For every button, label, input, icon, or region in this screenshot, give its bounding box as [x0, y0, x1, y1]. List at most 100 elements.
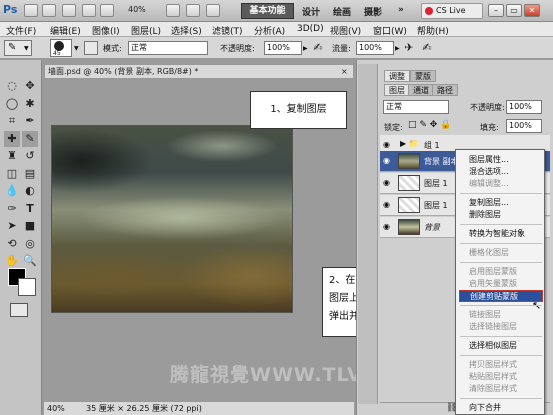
shape-tool-icon[interactable]: ■	[22, 218, 38, 234]
brush-panel-toggle-icon[interactable]	[84, 41, 98, 55]
tab-channels[interactable]: 通道	[408, 84, 434, 96]
document-canvas[interactable]	[52, 126, 292, 312]
minibridge-icon[interactable]	[42, 4, 56, 17]
menu-item-select-linked-layers: 选择链接图层	[469, 322, 517, 331]
background-color-swatch[interactable]	[18, 278, 36, 296]
bridge-icon[interactable]	[24, 4, 38, 17]
document-tab[interactable]: 墙面.psd @ 40% (背景 副本, RGB/8#) * ×	[44, 64, 354, 79]
menu-view[interactable]: 视图(V)	[330, 24, 361, 37]
brush-tool-icon[interactable]: ✎	[22, 131, 38, 147]
healing-brush-tool-icon[interactable]: ✚	[4, 131, 20, 147]
menu-3d[interactable]: 3D(D)	[297, 24, 324, 34]
brush-icon: ✎	[8, 42, 17, 53]
menu-window[interactable]: 窗口(W)	[373, 24, 407, 37]
menu-help[interactable]: 帮助(H)	[417, 24, 449, 37]
arrange-documents-icon[interactable]	[186, 4, 200, 17]
workspace-design[interactable]: 设计	[302, 5, 320, 18]
lasso-tool-icon[interactable]: ◯	[4, 96, 20, 112]
hand-tool-icon[interactable]: ✋	[4, 253, 20, 269]
menu-divider	[460, 355, 542, 356]
brush-size-picker[interactable]: 45	[50, 39, 72, 57]
path-selection-tool-icon[interactable]: ➤	[4, 218, 20, 234]
3d-orbit-tool-icon[interactable]: ◎	[22, 236, 38, 252]
workspace-painting[interactable]: 绘画	[333, 5, 351, 18]
workspace-essentials[interactable]: 基本功能	[241, 3, 294, 19]
chevron-down-icon[interactable]: ▶	[303, 45, 308, 52]
menu-layer[interactable]: 图层(L)	[131, 24, 161, 37]
rotate-view-icon[interactable]	[166, 4, 180, 17]
blur-tool-icon[interactable]: 💧	[4, 183, 20, 199]
gradient-tool-icon[interactable]: ▤	[22, 166, 38, 182]
eye-icon[interactable]: ◉	[383, 178, 393, 188]
marquee-tool-icon[interactable]: ◌	[4, 78, 20, 94]
menu-image[interactable]: 图像(I)	[92, 24, 120, 37]
menu-item-merge-down[interactable]: 向下合并	[459, 402, 543, 414]
menu-select[interactable]: 选择(S)	[171, 24, 202, 37]
workspace-more[interactable]: »	[398, 5, 404, 15]
menu-filter[interactable]: 滤镜(T)	[212, 24, 243, 37]
opacity-field[interactable]: 100%	[264, 41, 302, 55]
zoom-level[interactable]: 40%	[128, 5, 162, 17]
eye-icon[interactable]: ◉	[383, 156, 393, 166]
layer-thumbnail	[398, 219, 420, 235]
menu-item-layer-properties[interactable]: 图层属性...	[459, 154, 543, 166]
menu-item-convert-smart-object[interactable]: 转换为智能对象	[459, 228, 543, 240]
maximize-button[interactable]: ▭	[506, 4, 522, 17]
3d-rotate-tool-icon[interactable]: ⟲	[4, 236, 20, 252]
menu-item-select-similar-layers[interactable]: 选择相似图层	[459, 340, 543, 352]
pen-tool-icon[interactable]: ✑	[4, 201, 20, 217]
zoom-tool-icon[interactable]	[100, 4, 114, 17]
eye-icon[interactable]: ◉	[383, 140, 393, 150]
crop-tool-icon[interactable]: ⌗	[4, 113, 20, 129]
workspace-photography[interactable]: 摄影	[364, 5, 382, 18]
chevron-down-icon[interactable]: ▶	[395, 45, 400, 52]
mode-select[interactable]: 正常	[128, 41, 208, 55]
photoshop-logo: Ps	[3, 3, 18, 16]
menu-file[interactable]: 文件(F)	[6, 24, 36, 37]
layer-opacity-field[interactable]: 100%	[506, 100, 542, 114]
menu-analysis[interactable]: 分析(A)	[254, 24, 285, 37]
zoom-tool-icon[interactable]: 🔍	[22, 253, 38, 269]
eyedropper-tool-icon[interactable]: ✒	[22, 113, 38, 129]
menu-item-delete-layer[interactable]: 删除图层	[459, 209, 543, 221]
quick-mask-icon[interactable]	[10, 303, 28, 317]
tab-adjustments[interactable]: 调整	[384, 70, 410, 82]
menu-edit[interactable]: 编辑(E)	[50, 24, 81, 37]
pressure-size-icon[interactable]: ✍	[420, 41, 434, 55]
airbrush-icon[interactable]: ✈	[402, 41, 416, 55]
eye-icon[interactable]: ◉	[383, 200, 393, 210]
pressure-opacity-icon[interactable]: ✍	[311, 41, 325, 55]
hand-tool-icon[interactable]	[82, 4, 96, 17]
lock-icons[interactable]: □ ✎ ✥ 🔒	[408, 120, 451, 130]
menu-item-blending-options[interactable]: 混合选项...	[459, 166, 543, 178]
close-button[interactable]: ✕	[524, 4, 540, 17]
move-tool-icon[interactable]: ✥	[22, 78, 38, 94]
quick-selection-tool-icon[interactable]: ✱	[22, 96, 38, 112]
screen-mode-icon[interactable]	[206, 4, 220, 17]
cs-live-button[interactable]: CS Live	[421, 3, 483, 19]
type-tool-icon[interactable]: T	[22, 201, 38, 217]
tool-preset-picker[interactable]: ✎ ▼	[4, 40, 32, 56]
group-name: 组 1	[424, 141, 440, 150]
history-brush-tool-icon[interactable]: ↺	[22, 148, 38, 164]
flow-field[interactable]: 100%	[356, 41, 394, 55]
tab-layers[interactable]: 图层	[384, 84, 410, 96]
menu-item-edit-adjustment: 编辑调整...	[469, 179, 509, 188]
view-extras-icon[interactable]	[62, 4, 76, 17]
close-icon[interactable]: ×	[341, 65, 348, 78]
menu-item-duplicate-layer[interactable]: 复制图层...	[459, 197, 543, 209]
chevron-down-icon[interactable]: ▼	[74, 45, 79, 52]
fill-field[interactable]: 100%	[506, 119, 542, 133]
menu-item-create-clipping-mask[interactable]: 创建剪贴蒙版	[459, 290, 543, 302]
layer-thumbnail	[398, 175, 420, 191]
tab-masks[interactable]: 蒙版	[410, 70, 436, 82]
tab-paths[interactable]: 路径	[432, 84, 458, 96]
blend-mode-select[interactable]: 正常	[383, 100, 449, 114]
status-zoom[interactable]: 40%	[47, 402, 65, 415]
instruction-callout-step1: 1、复制图层	[250, 91, 347, 129]
eye-icon[interactable]: ◉	[383, 222, 393, 232]
eraser-tool-icon[interactable]: ◫	[4, 166, 20, 182]
clone-stamp-tool-icon[interactable]: ♜	[4, 148, 20, 164]
minimize-button[interactable]: –	[488, 4, 504, 17]
dodge-tool-icon[interactable]: ◐	[22, 183, 38, 199]
